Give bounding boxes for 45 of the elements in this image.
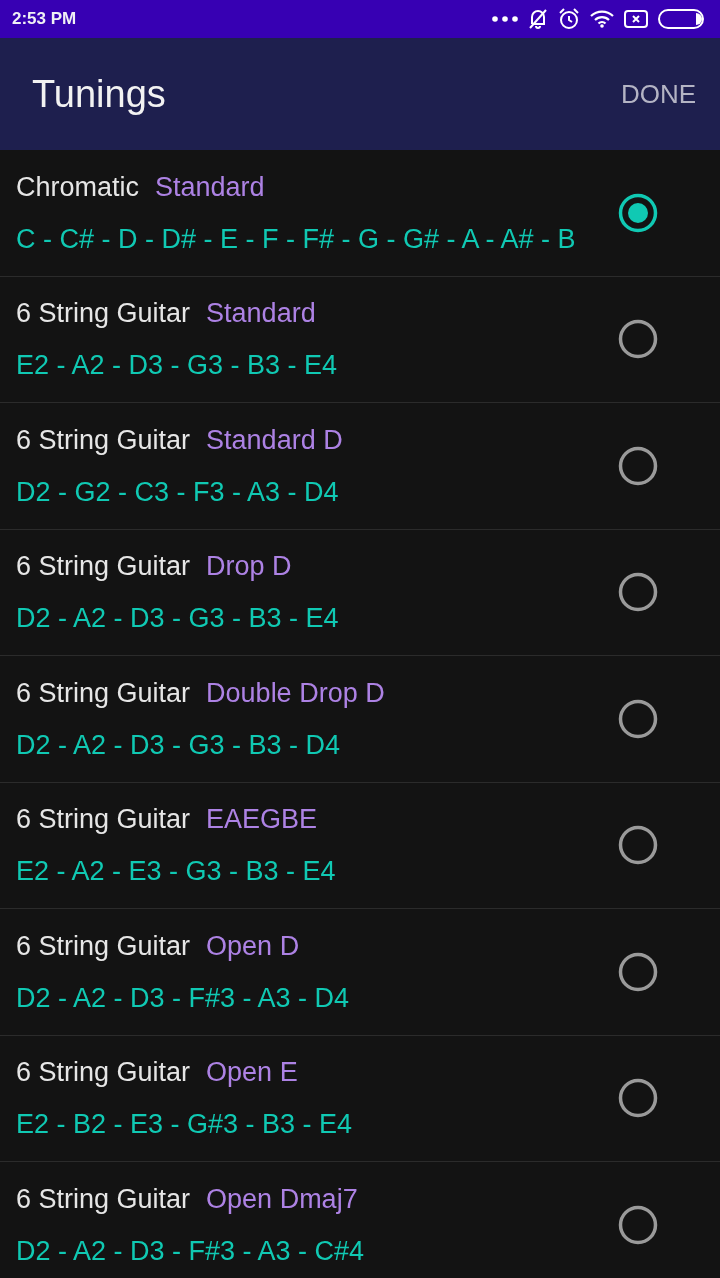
tuning-notes: C - C# - D - D# - E - F - F# - G - G# - A - A# - B [16, 222, 577, 255]
alarm-clock-icon [558, 8, 580, 30]
tuning-name: Double Drop D [206, 676, 385, 709]
instrument-label: 6 String Guitar [16, 423, 191, 456]
tuning-notes: D2 - A2 - D3 - F#3 - A3 - D4 [16, 981, 351, 1014]
instrument-label: 6 String Guitar [16, 550, 191, 583]
status-time: 2:53 PM [12, 9, 77, 29]
radio-button[interactable] [618, 445, 658, 486]
instrument-label: 6 String Guitar [16, 929, 191, 962]
radio-button[interactable] [618, 698, 658, 739]
tuning-name: Standard [155, 170, 265, 203]
tuning-name: Drop D [206, 550, 292, 583]
instrument-label: 6 String Guitar [16, 676, 191, 709]
tuning-name: Open D [206, 929, 300, 962]
sim-x-icon [624, 10, 648, 28]
bell-off-icon [528, 8, 548, 30]
tuning-name: EAEGBE [206, 803, 318, 836]
tuning-name: Standard D [206, 423, 343, 456]
tuning-name: Standard [206, 297, 316, 330]
tuning-notes: D2 - A2 - D3 - G3 - B3 - D4 [16, 728, 342, 761]
radio-button[interactable] [618, 319, 658, 360]
instrument-label: 6 String Guitar [16, 1182, 191, 1215]
radio-button[interactable] [618, 572, 658, 613]
tuning-notes: D2 - A2 - D3 - G3 - B3 - E4 [16, 602, 340, 635]
more-dots-icon [492, 16, 518, 22]
tuning-notes: D2 - A2 - D3 - F#3 - A3 - C#4 [16, 1234, 366, 1267]
tuning-notes: E2 - B2 - E3 - G#3 - B3 - E4 [16, 1108, 354, 1141]
screen-title: Tunings [32, 72, 166, 116]
tuning-name: Open Dmaj7 [206, 1182, 358, 1215]
wifi-icon [590, 10, 614, 28]
tuning-notes: D2 - G2 - C3 - F3 - A3 - D4 [16, 475, 340, 508]
radio-button[interactable] [618, 951, 658, 992]
tuning-name: Open E [206, 1056, 298, 1089]
done-button[interactable]: DONE [620, 70, 696, 118]
battery-icon [658, 9, 706, 29]
radio-button[interactable] [618, 1078, 658, 1119]
radio-button[interactable] [618, 825, 658, 866]
instrument-label: 6 String Guitar [16, 297, 191, 330]
instrument-label: 6 String Guitar [16, 1056, 191, 1089]
radio-button[interactable] [618, 192, 658, 233]
instrument-label: Chromatic [16, 170, 140, 203]
instrument-label: 6 String Guitar [16, 803, 191, 836]
tuning-notes: E2 - A2 - D3 - G3 - B3 - E4 [16, 349, 339, 382]
tuning-notes: E2 - A2 - E3 - G3 - B3 - E4 [16, 855, 337, 888]
radio-button[interactable] [618, 1204, 658, 1245]
